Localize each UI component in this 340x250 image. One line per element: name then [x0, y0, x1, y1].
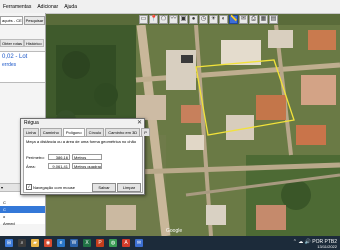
- list-item[interactable]: Armed: [0, 220, 45, 227]
- area-row: Área: 9.061,41 Metros quadrados: [26, 163, 102, 169]
- file-explorer-icon[interactable]: ▰: [31, 239, 39, 247]
- add-polygon-icon[interactable]: ⬠: [159, 14, 168, 24]
- map-copyright: Google: [166, 228, 182, 234]
- chrome-icon[interactable]: ◉: [44, 239, 52, 247]
- tab-3d-path[interactable]: Caminho em 3D: [105, 128, 141, 136]
- perimeter-unit-select[interactable]: Metros: [72, 154, 102, 160]
- save-button[interactable]: Salvar: [92, 183, 116, 192]
- acrobat-icon[interactable]: A: [122, 239, 130, 247]
- search-tabs: Obter rotas Histórico: [0, 39, 45, 47]
- search-result[interactable]: 0,02 - Lot errdes: [0, 51, 45, 83]
- tab-line[interactable]: Linha: [23, 128, 39, 136]
- powerpoint-icon[interactable]: P: [96, 239, 104, 247]
- list-item[interactable]: C: [0, 206, 45, 213]
- maps-icon[interactable]: ▤: [269, 14, 278, 24]
- search-icon[interactable]: ⌕: [18, 239, 26, 247]
- check-icon[interactable]: ✓: [26, 184, 32, 190]
- area-value: 9.061,41: [48, 163, 70, 169]
- list-item[interactable]: o: [0, 213, 45, 220]
- menu-item-help[interactable]: Ajuda: [61, 4, 80, 10]
- mouse-navigation-label: Navegação com mouse: [33, 184, 76, 190]
- dialog-body: Meça a distância ou a área de uma forma …: [23, 136, 143, 193]
- dialog-title: Régua: [24, 120, 39, 126]
- clear-button[interactable]: Limpar: [117, 183, 141, 192]
- windows-start-icon[interactable]: ⊞: [5, 239, 13, 247]
- record-tour-icon[interactable]: ●: [189, 14, 198, 24]
- perimeter-label: Perímetro:: [26, 154, 45, 160]
- search-bar: açués - CE Pesquisar: [0, 15, 45, 25]
- google-earth-icon[interactable]: ◍: [109, 239, 117, 247]
- taskbar: ⊞ ⌕ ▰ ◉ e W X P ◍ A ✉ ⌃ ☁ 🔊 POR PTB2 13/…: [0, 236, 340, 250]
- add-placemark-icon[interactable]: 📍: [149, 14, 158, 24]
- menu-item-add[interactable]: Adicionar: [34, 4, 61, 10]
- result-title[interactable]: 0,02 - Lot: [2, 54, 27, 60]
- image-overlay-icon[interactable]: ▣: [179, 14, 188, 24]
- ruler-dialog: Régua ✕ Linha Caminho Polígono Círculo C…: [20, 118, 150, 195]
- sidebar-toggle-icon[interactable]: ▭: [139, 14, 148, 24]
- dialog-description: Meça a distância ou a área de uma forma …: [26, 139, 137, 144]
- list-item[interactable]: C: [0, 199, 45, 206]
- perimeter-row: Perímetro: 386,16 Metros: [26, 154, 102, 160]
- tab-circle[interactable]: Círculo: [85, 128, 105, 136]
- tab-history[interactable]: Histórico: [24, 39, 44, 47]
- save-image-icon[interactable]: ▦: [259, 14, 268, 24]
- mail-icon[interactable]: ✉: [135, 239, 143, 247]
- print-icon[interactable]: ⎙: [249, 14, 258, 24]
- historical-imagery-icon[interactable]: ◷: [199, 14, 208, 24]
- menu-bar: Ferramentas Adicionar Ajuda: [0, 0, 340, 14]
- excel-icon[interactable]: X: [83, 239, 91, 247]
- menu-item-tools[interactable]: Ferramentas: [0, 4, 34, 10]
- area-unit-select[interactable]: Metros quadrados: [72, 163, 102, 169]
- clock-date[interactable]: 13/11/2022: [317, 244, 337, 249]
- tab-path[interactable]: Caminho: [39, 128, 62, 136]
- ruler-icon[interactable]: 📏: [229, 14, 238, 24]
- mouse-navigation-checkbox[interactable]: ✓ Navegação com mouse: [26, 184, 75, 190]
- search-input[interactable]: açués - CE: [0, 15, 23, 25]
- perimeter-value: 386,16: [48, 154, 70, 160]
- word-icon[interactable]: W: [70, 239, 78, 247]
- search-button[interactable]: Pesquisar: [23, 15, 45, 25]
- toolbar: ▭ 📍 ⬠ 〰 ▣ ● ◷ ☀ ◐ 📏 ✉ ⎙ ▦ ▤: [139, 14, 340, 24]
- close-icon[interactable]: ✕: [137, 119, 142, 126]
- result-subtitle: errdes: [2, 62, 17, 68]
- area-label: Área:: [26, 163, 36, 169]
- edge-icon[interactable]: e: [57, 239, 65, 247]
- planets-icon[interactable]: ◐: [219, 14, 228, 24]
- dialog-tabs: Linha Caminho Polígono Círculo Caminho e…: [23, 128, 151, 137]
- sun-icon[interactable]: ☀: [209, 14, 218, 24]
- tab-directions[interactable]: Obter rotas: [0, 39, 25, 47]
- add-path-icon[interactable]: 〰: [169, 14, 178, 24]
- tab-more[interactable]: P: [141, 128, 150, 136]
- email-icon[interactable]: ✉: [239, 14, 248, 24]
- expand-icon[interactable]: ▾: [1, 185, 3, 190]
